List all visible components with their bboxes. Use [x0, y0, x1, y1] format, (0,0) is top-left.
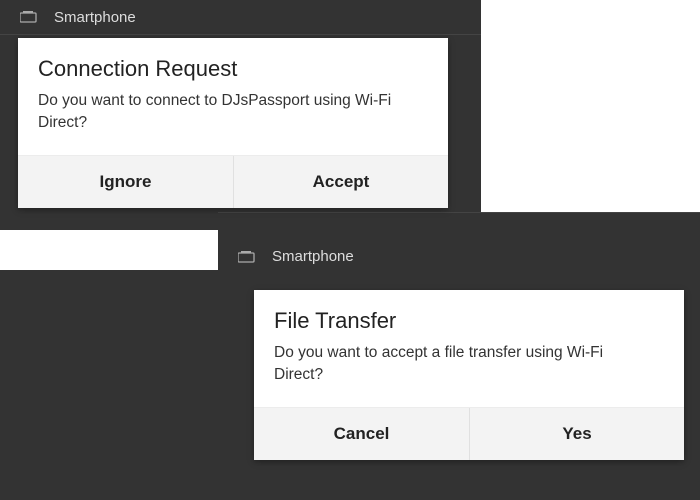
dialog-title: Connection Request: [18, 38, 448, 90]
ignore-button[interactable]: Ignore: [18, 156, 233, 208]
file-transfer-dialog: File Transfer Do you want to accept a fi…: [254, 290, 684, 460]
dialog-title: File Transfer: [254, 290, 684, 342]
yes-button[interactable]: Yes: [469, 408, 684, 460]
device-list-item[interactable]: Smartphone: [0, 0, 481, 35]
device-list-item[interactable]: Smartphone: [218, 239, 700, 274]
dialog-body: Do you want to accept a file transfer us…: [254, 342, 654, 407]
dialog-button-row: Cancel Yes: [254, 407, 684, 460]
device-icon: [238, 251, 256, 263]
dialog-body: Do you want to connect to DJsPassport us…: [18, 90, 418, 155]
device-icon: [20, 11, 38, 23]
phone-background-strip: Smartphone: [218, 212, 700, 290]
device-list-label: Smartphone: [272, 248, 354, 265]
cancel-button[interactable]: Cancel: [254, 408, 469, 460]
device-list-label: Smartphone: [54, 9, 136, 26]
dialog-button-row: Ignore Accept: [18, 155, 448, 208]
connection-request-dialog: Connection Request Do you want to connec…: [18, 38, 448, 208]
accept-button[interactable]: Accept: [233, 156, 448, 208]
